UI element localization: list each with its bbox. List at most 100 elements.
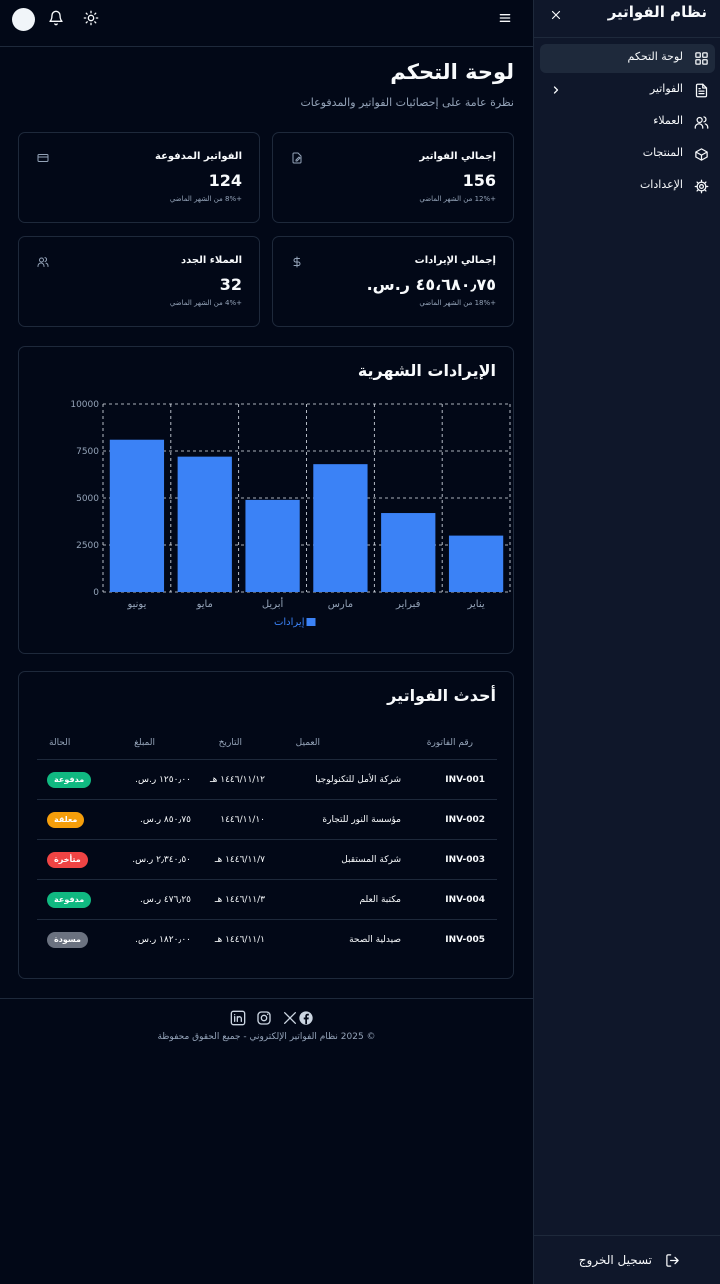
x-tick-label: أبريل [262,597,284,610]
invoice-number: INV-004 [445,894,485,905]
stat-title: الفواتير المدفوعة [155,151,242,162]
package-icon [694,147,709,162]
table-row[interactable]: INV-002 مؤسسة النور للتجارة ١٤٤٦/١١/١٠ ٨… [37,800,497,840]
column-header-number[interactable]: رقم الفاتورة [427,726,473,759]
x-tick-label: فبراير [395,599,421,610]
invoice-client: صيدلية الصحة [349,935,401,945]
users-icon [37,256,49,268]
x-tick-label: مارس [328,599,353,610]
sidebar-divider [534,1235,720,1236]
dollar-icon [291,256,303,268]
recent-invoices-card: أحدث الفواتير رقم الفاتورة العميل التاري… [18,671,514,979]
stat-title: إجمالي الفواتير [419,151,496,162]
sidebar-item-settings[interactable]: الإعدادات [540,172,715,201]
invoice-client: شركة الأمل للتكنولوجيا [315,774,401,785]
stat-card-total-revenue: إجمالي الإيرادات ٤٥،٦٨٠٫٧٥ ر.س. +18% من … [272,236,514,327]
revenue-chart-card: الإيرادات الشهرية 0 2500 5000 7500 10000 يناي… [18,346,514,654]
x-icon[interactable] [282,1010,298,1026]
table-row[interactable]: INV-004 مكتبة العلم ١٤٤٦/١١/٣ هـ ٤٧٦٫٢٥ … [37,880,497,920]
status-badge: مدفوعة [47,891,92,908]
sidebar-item-label: الفواتير [649,82,683,95]
sidebar-divider [534,37,720,38]
credit-card-icon [37,152,49,164]
linkedin-icon[interactable] [230,1010,246,1026]
page-subtitle: نظرة عامة على إحصائيات الفواتير والمدفوع… [300,96,514,109]
invoice-date: ١٤٤٦/١١/١ هـ [214,935,265,945]
invoice-amount: ٨٥٠٫٧٥ ر.س. [139,814,191,825]
y-tick-label: 2500 [76,541,99,551]
y-tick-label: 0 [93,588,99,598]
footer: © 2025 نظام الفواتير الإلكتروني - جميع ا… [0,998,533,1058]
logout-button[interactable]: تسجيل الخروج [578,1250,680,1272]
sidebar-item-label: العملاء [653,114,683,127]
status-cell: معلقة [47,800,85,839]
status-cell: مدفوعة [47,760,92,799]
invoice-number: INV-002 [445,814,485,825]
invoice-number: INV-001 [445,774,485,785]
status-cell: متأخرة [47,840,88,879]
x-tick-label: مايو [196,599,213,610]
table-row[interactable]: INV-005 صيدلية الصحة ١٤٤٦/١١/١ هـ ١٨٢٠٫٠… [37,920,497,960]
status-badge: مسودة [47,932,88,948]
invoice-number: INV-005 [445,935,485,945]
chart-bar [448,535,504,592]
menu-icon[interactable] [497,10,513,26]
copyright-text: © 2025 نظام الفواتير الإلكتروني - جميع ا… [157,1032,376,1042]
stat-value: ٤٥،٦٨٠٫٧٥ ر.س. [366,275,496,294]
instagram-icon[interactable] [256,1010,272,1026]
stat-title: إجمالي الإيرادات [414,255,496,266]
y-tick-label: 7500 [76,447,99,457]
table-row[interactable]: INV-003 شركة المستقبل ١٤٤٦/١١/٧ هـ ٢٫٣٤٠… [37,840,497,880]
bell-icon[interactable] [48,10,64,26]
avatar[interactable] [12,8,35,31]
invoice-date: ١٤٤٦/١١/٧ هـ [214,854,265,865]
stat-change: +8% من الشهر الماضي [169,195,242,203]
logout-icon [665,1253,680,1268]
invoice-amount: ١٢٥٠٫٠٠ ر.س. [135,774,191,785]
sun-icon[interactable] [83,10,99,26]
sidebar-item-label: الإعدادات [639,178,683,191]
table-header: رقم الفاتورة العميل التاريخ المبلغ الحال… [37,726,497,760]
sidebar-item-invoices[interactable]: الفواتير [540,76,715,105]
stat-title: العملاء الجدد [180,255,242,266]
chart-bar [245,499,300,592]
stat-value: 124 [208,171,242,190]
x-tick-label: يونيو [126,599,146,610]
sidebar-item-products[interactable]: المنتجات [540,140,715,169]
sidebar-item-label: المنتجات [642,146,683,159]
page-title: لوحة التحكم [390,60,514,84]
status-badge: متأخرة [47,851,88,868]
column-header-client[interactable]: العميل [296,726,320,759]
edit-file-icon [291,152,303,164]
column-header-status[interactable]: الحالة [49,726,70,759]
status-badge: معلقة [47,811,85,828]
dashboard-icon [694,51,709,66]
y-tick-label: 5000 [76,494,99,504]
logout-label: تسجيل الخروج [578,1253,652,1267]
status-badge: مدفوعة [47,771,92,788]
legend-label: إيرادات [274,617,305,628]
users-icon [694,115,709,130]
stat-change: +12% من الشهر الماضي [419,195,496,203]
invoices-title: أحدث الفواتير [387,686,496,705]
sidebar-item-dashboard[interactable]: لوحة التحكم [540,44,715,73]
status-cell: مسودة [47,920,88,960]
column-header-date[interactable]: التاريخ [219,726,242,759]
table-row[interactable]: INV-001 شركة الأمل للتكنولوجيا ١٤٤٦/١١/١… [37,760,497,800]
top-header [0,0,533,47]
y-tick-label: 10000 [70,400,99,410]
stat-value: 156 [462,171,496,190]
facebook-icon[interactable] [298,1010,314,1026]
app-title: نظام الفواتير [607,3,707,21]
sidebar-item-label: لوحة التحكم [627,50,683,63]
invoice-date: ١٤٤٦/١١/١٢ هـ [210,774,265,785]
invoice-date: ١٤٤٦/١١/١٠ [220,814,265,825]
chevron-right-icon[interactable] [550,84,562,96]
close-icon[interactable] [549,8,563,22]
stat-card-total-invoices: إجمالي الفواتير 156 +12% من الشهر الماضي [272,132,514,223]
column-header-amount[interactable]: المبلغ [134,726,155,759]
x-tick-label: يناير [467,599,485,610]
invoice-amount: ٢٫٣٤٠٫٥٠ ر.س. [132,854,191,865]
sidebar-item-clients[interactable]: العملاء [540,108,715,137]
chart-bar [313,464,368,592]
